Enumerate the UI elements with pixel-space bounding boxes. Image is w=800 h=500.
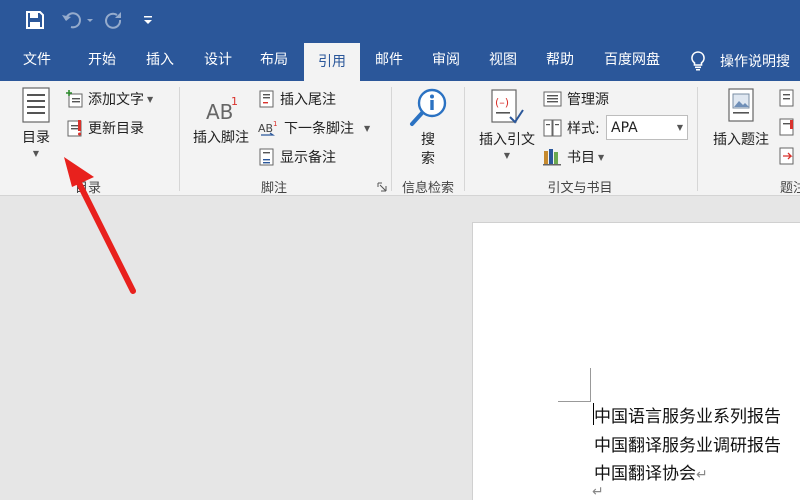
next-footnote-label: 下一条脚注 bbox=[284, 121, 354, 137]
doc-line-2[interactable]: 中国翻译服务业调研报告 bbox=[594, 431, 781, 456]
insert-footnote-button[interactable]: AB 1 插入脚注 bbox=[188, 95, 254, 147]
svg-text:1: 1 bbox=[231, 95, 238, 108]
update-toc-icon bbox=[67, 120, 82, 137]
undo-icon[interactable] bbox=[58, 8, 98, 32]
tab-review[interactable]: 审阅 bbox=[418, 40, 474, 81]
toc-button-label: 目录 bbox=[22, 130, 50, 146]
footnote-icon: AB 1 bbox=[206, 95, 238, 124]
insert-table-of-figures-icon[interactable] bbox=[778, 89, 796, 107]
footnote-group-label: 脚注 bbox=[260, 181, 287, 196]
show-notes-label: 显示备注 bbox=[280, 150, 336, 166]
svg-text:(–): (–) bbox=[495, 96, 509, 109]
citation-style-select[interactable]: APA ▼ bbox=[606, 115, 688, 140]
tab-references[interactable]: 引用 bbox=[304, 43, 360, 81]
tell-me-label: 操作说明搜 bbox=[720, 53, 790, 70]
caption-icon bbox=[728, 88, 754, 122]
style-label: 样式: bbox=[567, 121, 600, 137]
toc-icon bbox=[22, 87, 50, 123]
crop-mark bbox=[558, 401, 591, 402]
doc-line-2-text: 中国翻译服务业调研报告 bbox=[594, 436, 781, 456]
group-divider bbox=[697, 87, 698, 191]
info-search-icon bbox=[410, 88, 447, 126]
cross-reference-icon[interactable] bbox=[778, 147, 796, 165]
update-toc-label: 更新目录 bbox=[88, 121, 144, 137]
chevron-down-icon: ▼ bbox=[147, 94, 154, 104]
style-label-group: 样式: bbox=[543, 117, 600, 139]
next-footnote-icon: AB 1 bbox=[258, 120, 277, 136]
redo-icon[interactable] bbox=[102, 8, 126, 32]
manage-sources-icon bbox=[543, 91, 562, 107]
crop-mark bbox=[590, 368, 591, 402]
ribbon-tabs: 文件 开始 插入 设计 布局 引用 邮件 审阅 视图 帮助 百度网盘 bbox=[0, 40, 800, 81]
insert-citation-label: 插入引文 bbox=[479, 132, 535, 148]
insert-endnote-label: 插入尾注 bbox=[280, 92, 336, 108]
citation-style-value: APA bbox=[611, 119, 638, 136]
add-text-label: 添加文字 bbox=[88, 92, 144, 108]
style-icon bbox=[543, 119, 562, 137]
research-group-label: 信息检索 bbox=[401, 181, 454, 196]
show-notes-button[interactable]: 显示备注 bbox=[258, 146, 336, 168]
bibliography-label: 书目 bbox=[567, 150, 595, 166]
search-button[interactable]: 搜 索 bbox=[404, 87, 452, 169]
group-divider bbox=[464, 87, 465, 191]
chevron-down-icon: ▼ bbox=[598, 152, 605, 162]
tab-layout[interactable]: 布局 bbox=[246, 40, 302, 81]
quick-access-toolbar bbox=[0, 0, 800, 40]
tab-mailings[interactable]: 邮件 bbox=[361, 40, 417, 81]
svg-text:AB: AB bbox=[206, 100, 233, 124]
tab-baidu-netdisk[interactable]: 百度网盘 bbox=[590, 40, 674, 81]
add-text-icon bbox=[66, 90, 83, 108]
lightbulb-icon bbox=[691, 50, 705, 70]
doc-line-3-text: 中国翻译协会 bbox=[594, 464, 696, 484]
doc-line-3[interactable]: 中国翻译协会↵ bbox=[594, 459, 708, 484]
insert-citation-button[interactable]: (–) 插入引文 ▼ bbox=[472, 87, 542, 160]
customize-qat-icon[interactable] bbox=[140, 8, 156, 32]
red-arrow-annotation bbox=[64, 157, 136, 294]
paragraph-mark-icon: ↵ bbox=[696, 467, 708, 483]
add-text-button[interactable]: 添加文字 ▼ bbox=[66, 88, 153, 110]
save-icon[interactable] bbox=[22, 8, 48, 32]
caption-group-label: 题注 bbox=[780, 181, 800, 196]
bibliography-button[interactable]: 书目 ▼ bbox=[543, 146, 604, 168]
group-divider bbox=[391, 87, 392, 191]
chevron-down-icon: ▼ bbox=[676, 123, 683, 132]
dialog-launcher-icon[interactable] bbox=[377, 182, 387, 192]
tab-home[interactable]: 开始 bbox=[74, 40, 130, 81]
chevron-down-icon: ▼ bbox=[503, 151, 511, 160]
tab-design[interactable]: 设计 bbox=[190, 40, 246, 81]
insert-caption-button[interactable]: 插入题注 bbox=[706, 87, 776, 149]
tab-file[interactable]: 文件 bbox=[10, 40, 64, 81]
insert-caption-label: 插入题注 bbox=[713, 132, 769, 148]
insert-endnote-button[interactable]: 插入尾注 bbox=[258, 88, 336, 110]
doc-line-1-text: 中国语言服务业系列报告 bbox=[594, 407, 781, 427]
show-notes-icon bbox=[259, 148, 274, 166]
group-divider bbox=[179, 87, 180, 191]
tab-insert[interactable]: 插入 bbox=[132, 40, 188, 81]
bibliography-icon bbox=[543, 149, 561, 166]
tab-view[interactable]: 视图 bbox=[475, 40, 531, 81]
citation-icon: (–) bbox=[491, 89, 524, 124]
tell-me-box[interactable]: 操作说明搜 bbox=[690, 40, 790, 81]
chevron-down-icon: ▼ bbox=[364, 123, 371, 133]
doc-line-1[interactable]: 中国语言服务业系列报告 bbox=[594, 402, 781, 427]
chevron-down-icon: ▼ bbox=[32, 149, 40, 158]
paragraph-mark-icon: ↵ bbox=[592, 484, 604, 500]
citation-group-label: 引文与书目 bbox=[547, 181, 613, 196]
svg-text:1: 1 bbox=[273, 120, 277, 128]
manage-sources-label: 管理源 bbox=[567, 92, 609, 108]
manage-sources-button[interactable]: 管理源 bbox=[543, 88, 609, 110]
update-toc-button[interactable]: 更新目录 bbox=[66, 117, 144, 139]
next-footnote-button[interactable]: AB 1 下一条脚注 ▼ bbox=[258, 117, 370, 139]
tab-help[interactable]: 帮助 bbox=[532, 40, 588, 81]
search-button-label: 搜 索 bbox=[421, 132, 435, 167]
endnote-icon bbox=[259, 90, 274, 108]
update-table-icon[interactable] bbox=[778, 118, 796, 136]
insert-footnote-label: 插入脚注 bbox=[193, 130, 249, 146]
